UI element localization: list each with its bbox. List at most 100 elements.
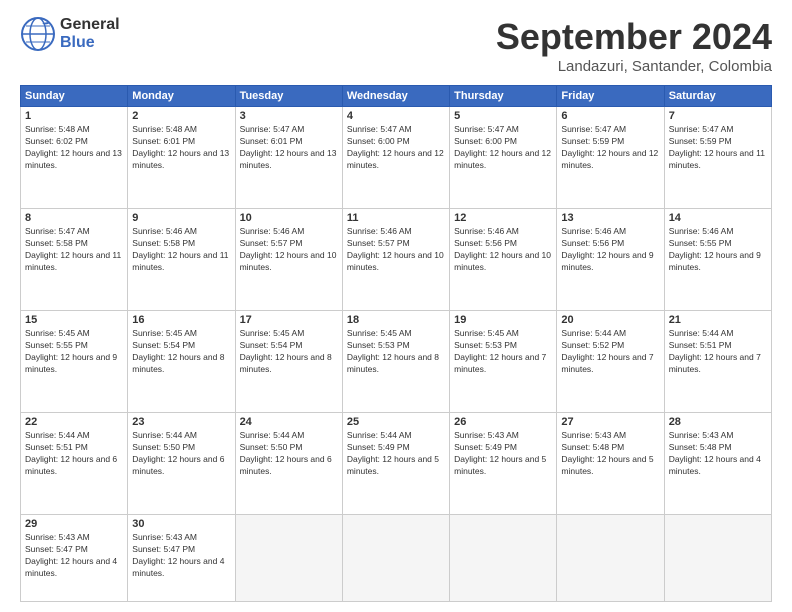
calendar-cell: 7 Sunrise: 5:47 AMSunset: 5:59 PMDaylight… [664, 107, 771, 209]
day-info: Sunrise: 5:46 AMSunset: 5:57 PMDaylight:… [347, 226, 445, 274]
day-info: Sunrise: 5:44 AMSunset: 5:49 PMDaylight:… [347, 430, 445, 478]
day-info: Sunrise: 5:43 AMSunset: 5:48 PMDaylight:… [561, 430, 659, 478]
logo: General Blue [20, 16, 120, 52]
day-info: Sunrise: 5:44 AMSunset: 5:51 PMDaylight:… [669, 328, 767, 376]
day-info: Sunrise: 5:47 AMSunset: 6:01 PMDaylight:… [240, 124, 338, 172]
logo-label: General Blue [60, 16, 120, 51]
calendar-cell: 30 Sunrise: 5:43 AMSunset: 5:47 PMDayligh… [128, 514, 235, 601]
weekday-header-friday: Friday [557, 86, 664, 107]
calendar-cell: 9Sunrise: 5:46 AMSunset: 5:58 PMDaylight… [128, 208, 235, 310]
calendar-cell: 6Sunrise: 5:47 AMSunset: 5:59 PMDaylight… [557, 107, 664, 209]
weekday-header-tuesday: Tuesday [235, 86, 342, 107]
day-info: Sunrise: 5:47 AMSunset: 6:00 PMDaylight:… [454, 124, 552, 172]
day-info: Sunrise: 5:43 AMSunset: 5:48 PMDaylight:… [669, 430, 767, 478]
calendar-page: General Blue September 2024 Landazuri, S… [0, 0, 792, 612]
calendar-cell: 25Sunrise: 5:44 AMSunset: 5:49 PMDayligh… [342, 412, 449, 514]
day-number: 29 [25, 518, 123, 530]
week-row-2: 8Sunrise: 5:47 AMSunset: 5:58 PMDaylight… [21, 208, 772, 310]
day-number: 26 [454, 416, 552, 428]
day-number: 4 [347, 110, 445, 122]
day-number: 24 [240, 416, 338, 428]
day-number: 23 [132, 416, 230, 428]
day-number: 30 [132, 518, 230, 530]
weekday-header-thursday: Thursday [450, 86, 557, 107]
day-info: Sunrise: 5:43 AMSunset: 5:47 PMDaylight:… [25, 532, 123, 580]
week-row-3: 15 Sunrise: 5:45 AMSunset: 5:55 PMDayligh… [21, 310, 772, 412]
day-number: 10 [240, 212, 338, 224]
day-number: 12 [454, 212, 552, 224]
day-number: 20 [561, 314, 659, 326]
calendar-cell [664, 514, 771, 601]
day-info: Sunrise: 5:47 AMSunset: 5:58 PMDaylight:… [25, 226, 123, 274]
globe-icon [20, 16, 56, 52]
day-info: Sunrise: 5:44 AMSunset: 5:52 PMDaylight:… [561, 328, 659, 376]
day-number: 28 [669, 416, 767, 428]
calendar-cell [342, 514, 449, 601]
day-info: Sunrise: 5:44 AMSunset: 5:50 PMDaylight:… [132, 430, 230, 478]
week-row-1: 1Sunrise: 5:48 AMSunset: 6:02 PMDaylight… [21, 107, 772, 209]
day-info: Sunrise: 5:46 AMSunset: 5:57 PMDaylight:… [240, 226, 338, 274]
day-info: Sunrise: 5:46 AMSunset: 5:55 PMDaylight:… [669, 226, 767, 274]
calendar-cell: 11 Sunrise: 5:46 AMSunset: 5:57 PMDayligh… [342, 208, 449, 310]
day-info: Sunrise: 5:47 AMSunset: 5:59 PMDaylight:… [669, 124, 767, 172]
day-info: Sunrise: 5:45 AMSunset: 5:54 PMDaylight:… [132, 328, 230, 376]
day-number: 18 [347, 314, 445, 326]
day-info: Sunrise: 5:44 AMSunset: 5:50 PMDaylight:… [240, 430, 338, 478]
day-info: Sunrise: 5:43 AMSunset: 5:47 PMDaylight:… [132, 532, 230, 580]
day-number: 22 [25, 416, 123, 428]
day-number: 19 [454, 314, 552, 326]
day-info: Sunrise: 5:48 AMSunset: 6:01 PMDaylight:… [132, 124, 230, 172]
calendar-cell: 10 Sunrise: 5:46 AMSunset: 5:57 PMDayligh… [235, 208, 342, 310]
day-info: Sunrise: 5:45 AMSunset: 5:55 PMDaylight:… [25, 328, 123, 376]
logo-blue-text: Blue [60, 34, 120, 52]
calendar-cell: 17 Sunrise: 5:45 AMSunset: 5:54 PMDayligh… [235, 310, 342, 412]
calendar-cell: 20 Sunrise: 5:44 AMSunset: 5:52 PMDayligh… [557, 310, 664, 412]
calendar-cell [557, 514, 664, 601]
calendar-cell: 22 Sunrise: 5:44 AMSunset: 5:51 PMDayligh… [21, 412, 128, 514]
day-info: Sunrise: 5:46 AMSunset: 5:56 PMDaylight:… [561, 226, 659, 274]
calendar-cell: 23 Sunrise: 5:44 AMSunset: 5:50 PMDayligh… [128, 412, 235, 514]
day-number: 17 [240, 314, 338, 326]
day-number: 21 [669, 314, 767, 326]
calendar-cell: 2 Sunrise: 5:48 AMSunset: 6:01 PMDaylight… [128, 107, 235, 209]
calendar-cell: 26Sunrise: 5:43 AMSunset: 5:49 PMDayligh… [450, 412, 557, 514]
day-info: Sunrise: 5:45 AMSunset: 5:53 PMDaylight:… [454, 328, 552, 376]
calendar-cell: 4 Sunrise: 5:47 AMSunset: 6:00 PMDaylight… [342, 107, 449, 209]
day-number: 2 [132, 110, 230, 122]
calendar-cell: 1Sunrise: 5:48 AMSunset: 6:02 PMDaylight… [21, 107, 128, 209]
calendar-cell: 14 Sunrise: 5:46 AMSunset: 5:55 PMDayligh… [664, 208, 771, 310]
day-info: Sunrise: 5:46 AMSunset: 5:58 PMDaylight:… [132, 226, 230, 274]
logo-general-text: General [60, 16, 120, 34]
calendar-cell: 24 Sunrise: 5:44 AMSunset: 5:50 PMDayligh… [235, 412, 342, 514]
weekday-header-wednesday: Wednesday [342, 86, 449, 107]
day-info: Sunrise: 5:45 AMSunset: 5:54 PMDaylight:… [240, 328, 338, 376]
day-number: 13 [561, 212, 659, 224]
day-number: 7 [669, 110, 767, 122]
calendar-cell: 13 Sunrise: 5:46 AMSunset: 5:56 PMDayligh… [557, 208, 664, 310]
calendar-cell: 16Sunrise: 5:45 AMSunset: 5:54 PMDayligh… [128, 310, 235, 412]
header: General Blue September 2024 Landazuri, S… [20, 16, 772, 75]
day-number: 14 [669, 212, 767, 224]
calendar-cell: 21 Sunrise: 5:44 AMSunset: 5:51 PMDayligh… [664, 310, 771, 412]
day-info: Sunrise: 5:47 AMSunset: 6:00 PMDaylight:… [347, 124, 445, 172]
title-block: September 2024 Landazuri, Santander, Col… [496, 16, 772, 75]
calendar-cell: 29 Sunrise: 5:43 AMSunset: 5:47 PMDayligh… [21, 514, 128, 601]
weekday-header-row: SundayMondayTuesdayWednesdayThursdayFrid… [21, 86, 772, 107]
day-number: 1 [25, 110, 123, 122]
calendar-cell: 5 Sunrise: 5:47 AMSunset: 6:00 PMDaylight… [450, 107, 557, 209]
day-number: 15 [25, 314, 123, 326]
day-number: 5 [454, 110, 552, 122]
week-row-5: 29 Sunrise: 5:43 AMSunset: 5:47 PMDayligh… [21, 514, 772, 601]
weekday-header-monday: Monday [128, 86, 235, 107]
day-number: 11 [347, 212, 445, 224]
calendar-cell: 19 Sunrise: 5:45 AMSunset: 5:53 PMDayligh… [450, 310, 557, 412]
day-info: Sunrise: 5:46 AMSunset: 5:56 PMDaylight:… [454, 226, 552, 274]
day-info: Sunrise: 5:45 AMSunset: 5:53 PMDaylight:… [347, 328, 445, 376]
calendar-cell: 18 Sunrise: 5:45 AMSunset: 5:53 PMDayligh… [342, 310, 449, 412]
day-number: 3 [240, 110, 338, 122]
day-number: 27 [561, 416, 659, 428]
calendar-cell [450, 514, 557, 601]
location-title: Landazuri, Santander, Colombia [496, 58, 772, 75]
day-info: Sunrise: 5:44 AMSunset: 5:51 PMDaylight:… [25, 430, 123, 478]
day-info: Sunrise: 5:47 AMSunset: 5:59 PMDaylight:… [561, 124, 659, 172]
